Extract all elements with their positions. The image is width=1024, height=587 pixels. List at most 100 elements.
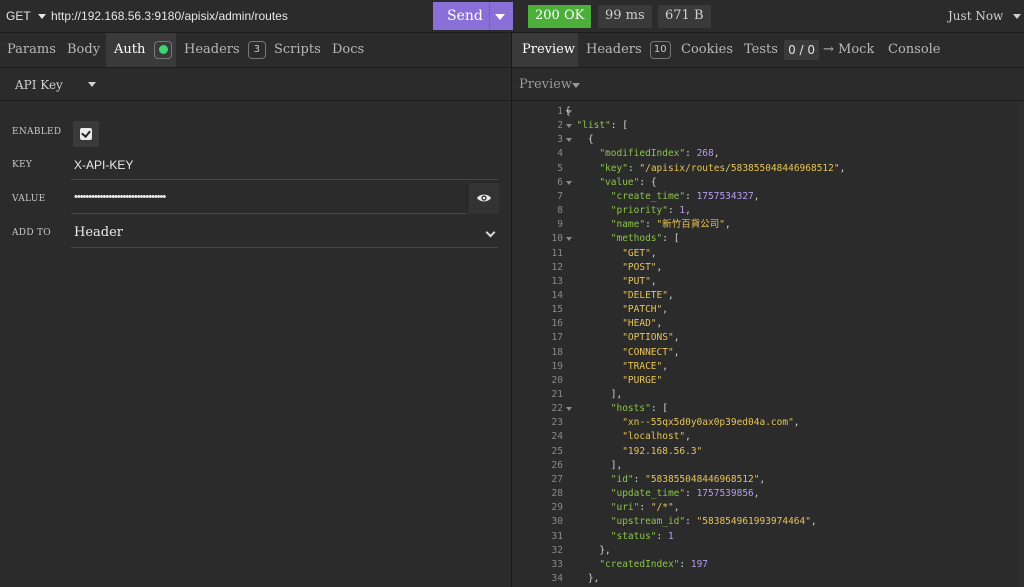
send-options-caret-icon[interactable] (495, 14, 505, 20)
http-method[interactable]: GET (6, 9, 31, 23)
tab-label: Cookies (681, 42, 733, 57)
tab-docs[interactable]: Docs (332, 33, 364, 67)
tab-mock[interactable]: → Mock (823, 33, 874, 67)
code-token: ], (565, 459, 623, 471)
response-size-badge: 671 B (658, 5, 711, 28)
code-token: "583854961993974464" (696, 516, 811, 528)
code-token: "list" (576, 120, 611, 132)
line-number: 8 (557, 205, 563, 217)
code-text: "xn--55qx5d0y0ax0p39ed04a.com", (565, 416, 799, 430)
response-headers-count-badge: 10 (649, 40, 671, 59)
code-token: "OPTIONS" (622, 332, 674, 344)
code-text: "list": [ (565, 119, 628, 133)
code-token: 268 (696, 148, 714, 160)
code-text: "hosts": [ (565, 402, 668, 416)
tab-body[interactable]: Body (67, 33, 100, 67)
preview-scrollbar[interactable] (1018, 102, 1024, 587)
line-number: 33 (551, 558, 563, 570)
history-caret-icon[interactable] (1013, 14, 1021, 19)
enabled-checkbox[interactable] (73, 121, 99, 147)
tab-console[interactable]: Console (888, 33, 941, 67)
auth-type-dropdown[interactable]: API Key (15, 78, 63, 92)
code-token: , (673, 346, 680, 358)
code-token: "/apisix/routes/583855048446968512" (639, 162, 840, 174)
code-token: "methods" (610, 233, 663, 245)
tab-headers[interactable]: Headers 3 (184, 33, 266, 67)
toggle-visibility-button[interactable] (467, 183, 499, 214)
code-token: "PUT" (622, 275, 651, 287)
code-text: "DELETE", (565, 289, 674, 303)
code-line: 25 "192.168.56.3" (513, 445, 1018, 459)
tab-scripts[interactable]: Scripts (274, 33, 321, 67)
code-token: : [ (650, 403, 668, 415)
code-token: , (656, 318, 663, 330)
tab-label: Headers (586, 42, 642, 57)
status-badge: 200 OK (528, 5, 592, 28)
enabled-label: ENABLED (12, 127, 62, 137)
tab-response-headers[interactable]: Headers 10 (586, 33, 671, 67)
code-token: "CONNECT" (622, 346, 674, 358)
code-token: "xn--55qx5d0y0ax0p39ed04a.com" (622, 417, 794, 429)
line-number: 23 (551, 417, 563, 429)
url-input[interactable]: http://192.168.56.3:9180/apisix/admin/ro… (51, 9, 288, 23)
send-button[interactable]: Send (433, 2, 513, 30)
code-token: : [ (610, 120, 628, 132)
value-field[interactable]: •••••••••••••••••••••••••••••••• (71, 182, 467, 214)
add-to-select[interactable]: Header (71, 216, 498, 248)
code-token: { (565, 106, 571, 117)
code-token: "GET" (622, 247, 651, 259)
line-number: 27 (551, 473, 563, 485)
tab-label: Scripts (274, 42, 321, 57)
line-number: 7 (557, 190, 563, 202)
key-field[interactable]: X-API-KEY (71, 148, 498, 180)
code-token: , (839, 162, 846, 174)
method-caret-icon[interactable] (38, 14, 46, 19)
line-number: 15 (551, 304, 563, 316)
tab-auth[interactable]: Auth (106, 33, 176, 67)
code-line: 10 "methods": [ (513, 232, 1018, 246)
code-line: 33 "createdIndex": 197 (513, 558, 1018, 572)
history-dropdown[interactable]: Just Now (948, 9, 1003, 23)
tab-preview[interactable]: Preview (512, 33, 578, 67)
code-line: 18 "CONNECT", (513, 346, 1018, 360)
add-to-value: Header (74, 225, 124, 240)
code-token: "status" (610, 530, 657, 542)
auth-type-bar: API Key (0, 68, 512, 101)
json-preview[interactable]: 1{2 "list": [3 {4 "modifiedIndex": 268, 5… (513, 102, 1018, 587)
code-line: 4 "modifiedIndex": 268, (513, 147, 1018, 161)
tab-params[interactable]: Params (7, 33, 56, 67)
code-token: "create_time" (610, 190, 686, 202)
tab-cookies[interactable]: Cookies (681, 33, 733, 67)
auth-type-caret-icon[interactable] (88, 82, 96, 87)
code-token: "HEAD" (622, 318, 657, 330)
tab-tests[interactable]: Tests 0 / 0 (744, 33, 820, 67)
code-token: "value" (599, 176, 640, 188)
tab-label: Params (7, 42, 56, 57)
tab-label: Docs (332, 42, 365, 57)
code-token: "583855048446968512" (645, 473, 760, 485)
code-token: , (753, 488, 760, 500)
preview-mode-caret-icon[interactable] (572, 83, 580, 88)
code-line: 27 "id": "583855048446968512", (513, 473, 1018, 487)
code-line: 28 "update_time": 1757539856, (513, 487, 1018, 501)
code-token: : (685, 516, 697, 528)
line-number: 19 (551, 360, 563, 372)
code-token: : [ (662, 233, 680, 245)
code-token: , (662, 360, 668, 372)
preview-mode-dropdown[interactable]: Preview (519, 77, 572, 92)
code-text: "create_time": 1757534327, (565, 190, 760, 204)
checkbox-check-icon (80, 128, 92, 140)
code-token: 197 (690, 558, 709, 570)
code-text: "192.168.56.3" (565, 445, 702, 459)
